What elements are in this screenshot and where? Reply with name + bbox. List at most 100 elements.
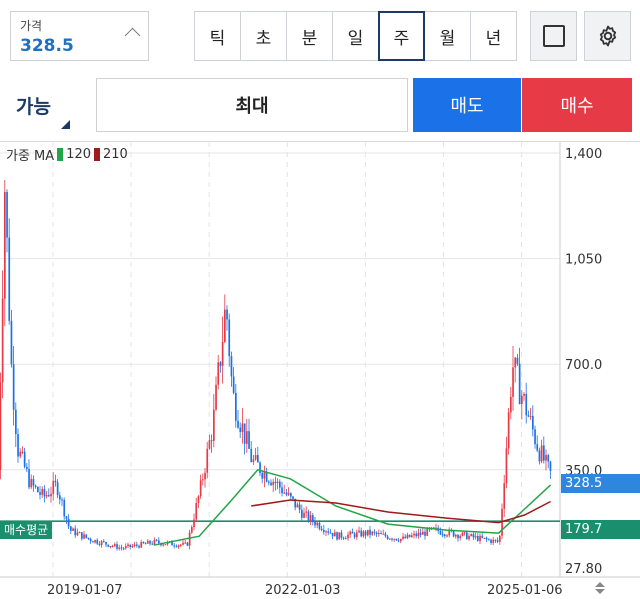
candle-body bbox=[534, 429, 536, 445]
price-chart[interactable]: 1,4001,050700.0350.027.80 2019-01-07 2022… bbox=[0, 142, 640, 599]
candle-body bbox=[512, 367, 514, 397]
candle-body bbox=[525, 393, 528, 416]
candle-body bbox=[375, 532, 378, 535]
candle-body bbox=[424, 531, 426, 536]
chart-toggle-button[interactable] bbox=[530, 11, 577, 61]
tab-month[interactable]: 월 bbox=[424, 11, 471, 61]
candle-body bbox=[138, 545, 140, 548]
candle-body bbox=[21, 451, 24, 453]
candle-body bbox=[113, 544, 116, 546]
candle-body bbox=[527, 415, 530, 417]
sell-button[interactable]: 매도 bbox=[413, 78, 521, 132]
candle-body bbox=[135, 544, 138, 546]
ma-legend: 가중 MA 120 210 bbox=[6, 145, 128, 164]
candle-body bbox=[542, 445, 545, 461]
candle-body bbox=[316, 522, 319, 526]
candle-body bbox=[523, 393, 525, 396]
buy-button[interactable]: 매수 bbox=[522, 78, 632, 132]
candle-body bbox=[516, 357, 519, 364]
candle-body bbox=[454, 534, 457, 537]
candle-body bbox=[230, 356, 233, 377]
candle-body bbox=[538, 450, 541, 462]
candle-body bbox=[217, 362, 220, 385]
candle-body bbox=[360, 530, 363, 537]
candle-body bbox=[76, 532, 79, 536]
available-label[interactable]: 가능 bbox=[16, 92, 51, 119]
tab-day[interactable]: 일 bbox=[332, 11, 379, 61]
candle-body bbox=[514, 357, 517, 368]
candle-body bbox=[366, 529, 369, 536]
candle-body bbox=[272, 481, 275, 486]
candle-body bbox=[386, 536, 389, 540]
candle-body bbox=[32, 479, 35, 486]
candle-body bbox=[124, 546, 127, 549]
price-input[interactable]: 가격 328.5 bbox=[10, 11, 149, 61]
candle-body bbox=[300, 509, 303, 518]
candle-body bbox=[404, 536, 407, 539]
tab-year[interactable]: 년 bbox=[470, 11, 517, 61]
candle-body bbox=[254, 455, 257, 460]
candle-body bbox=[377, 533, 380, 535]
candle-body bbox=[201, 479, 204, 481]
candle-body bbox=[146, 540, 149, 544]
scroll-arrows-icon[interactable] bbox=[592, 580, 608, 596]
candle-body bbox=[129, 544, 132, 547]
candle-body bbox=[204, 472, 206, 480]
y-tick-label: 700.0 bbox=[565, 358, 602, 373]
tab-second[interactable]: 초 bbox=[240, 11, 287, 61]
candle-body bbox=[10, 320, 13, 365]
candle-body bbox=[364, 531, 367, 536]
candle-body bbox=[461, 532, 464, 536]
price-value: 328.5 bbox=[20, 36, 74, 56]
candle-body bbox=[179, 544, 182, 546]
quantity-field[interactable]: 최대 bbox=[96, 78, 408, 132]
avg-price-tag: 179.7 bbox=[561, 520, 640, 539]
candle-body bbox=[80, 532, 83, 539]
candle-body bbox=[417, 532, 420, 537]
candle-body bbox=[289, 493, 292, 497]
candle-body bbox=[151, 543, 154, 545]
candle-body bbox=[223, 309, 226, 343]
candle-body bbox=[388, 538, 391, 540]
candle-body bbox=[413, 533, 415, 536]
tab-week[interactable]: 주 bbox=[378, 11, 425, 61]
candle-body bbox=[459, 535, 462, 539]
candle-body bbox=[195, 503, 198, 520]
candle-body bbox=[54, 480, 57, 483]
dropdown-corner-icon[interactable] bbox=[61, 120, 70, 129]
candle-body bbox=[173, 545, 176, 547]
candle-body bbox=[8, 237, 11, 321]
x-tick-label: 2022-01-03 bbox=[265, 583, 341, 598]
candle-body bbox=[307, 511, 310, 521]
candle-body bbox=[402, 536, 404, 539]
candle-body bbox=[61, 499, 63, 501]
candle-body bbox=[199, 480, 202, 497]
candle-body bbox=[72, 528, 74, 531]
candle-body bbox=[226, 309, 228, 320]
candle-body bbox=[419, 532, 422, 535]
ma-slow-swatch bbox=[94, 148, 100, 161]
candle-body bbox=[476, 536, 479, 541]
candle-body bbox=[490, 539, 492, 543]
candle-body bbox=[470, 534, 473, 537]
candle-body bbox=[496, 540, 499, 542]
candle-body bbox=[221, 342, 224, 366]
candle-body bbox=[305, 511, 308, 513]
candle-body bbox=[498, 535, 501, 542]
candle-body bbox=[325, 531, 327, 533]
tab-tick[interactable]: 틱 bbox=[194, 11, 241, 61]
candle-body bbox=[12, 364, 15, 410]
candle-body bbox=[492, 539, 495, 543]
candle-body bbox=[245, 431, 248, 444]
candle-body bbox=[452, 531, 455, 537]
tab-minute[interactable]: 분 bbox=[286, 11, 333, 61]
candle-body bbox=[292, 496, 294, 499]
x-axis-labels: 2019-01-07 2022-01-03 2025-01-06 bbox=[47, 583, 563, 598]
settings-button[interactable] bbox=[584, 11, 631, 61]
chart-grid bbox=[0, 142, 640, 578]
candle-body bbox=[100, 541, 103, 545]
candle-body bbox=[340, 532, 343, 538]
candle-body bbox=[421, 531, 424, 535]
chevron-up-icon[interactable] bbox=[124, 27, 141, 44]
candle-body bbox=[465, 532, 468, 540]
